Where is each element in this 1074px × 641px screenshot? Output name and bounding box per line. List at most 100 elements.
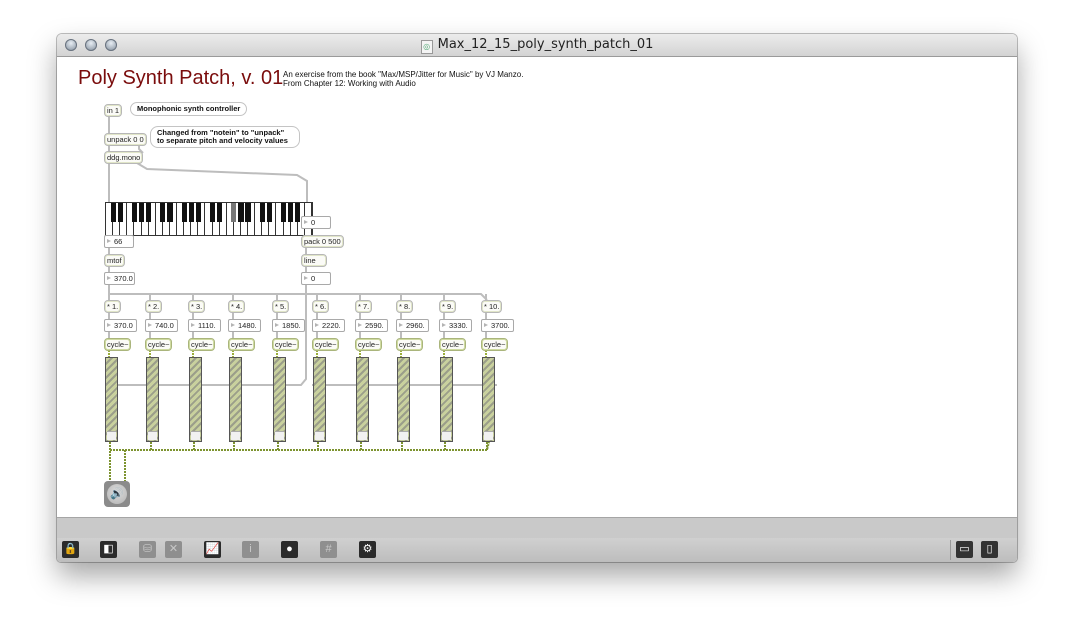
cycle-oscillator[interactable]: cycle~ — [396, 338, 424, 351]
line-object[interactable]: line — [301, 254, 327, 267]
bottom-panel-toggle-button[interactable]: ▭ — [956, 541, 973, 558]
harmonic-frequency-number[interactable]: 2960. — [396, 319, 429, 332]
gain-slider[interactable] — [482, 357, 495, 442]
gain-slider-knob[interactable] — [442, 431, 451, 440]
cycle-oscillator[interactable]: cycle~ — [272, 338, 300, 351]
multiply-object[interactable]: * 9. — [439, 300, 457, 313]
gain-slider[interactable] — [313, 357, 326, 442]
gain-slider[interactable] — [356, 357, 369, 442]
black-key[interactable] — [217, 203, 223, 222]
gain-slider[interactable] — [146, 357, 159, 442]
cycle-oscillator[interactable]: cycle~ — [439, 338, 467, 351]
inspector-button[interactable]: i — [242, 541, 259, 558]
patch-cord[interactable] — [108, 284, 488, 301]
gain-slider[interactable] — [189, 357, 202, 442]
cycle-oscillator[interactable]: cycle~ — [188, 338, 216, 351]
ezdac-button[interactable]: 🔊 — [104, 481, 130, 507]
black-key[interactable] — [117, 203, 123, 222]
gain-slider-knob[interactable] — [231, 431, 240, 440]
ddg-mono-object[interactable]: ddg.mono — [104, 151, 144, 164]
black-key[interactable] — [138, 203, 145, 222]
presentation-mode-button[interactable]: 📈 — [204, 541, 221, 558]
harmonic-frequency-number[interactable]: 2220. — [312, 319, 345, 332]
black-key[interactable] — [259, 203, 265, 222]
gain-slider-knob[interactable] — [399, 431, 408, 440]
gain-slider[interactable] — [105, 357, 118, 442]
grid-button[interactable]: # — [320, 541, 337, 558]
multiply-object[interactable]: * 7. — [355, 300, 373, 313]
unpack-object[interactable]: unpack 0 0 — [104, 133, 147, 146]
gain-slider-knob[interactable] — [315, 431, 324, 440]
paint-bucket-button[interactable]: ⛁ — [139, 541, 156, 558]
gain-slider-knob[interactable] — [484, 431, 493, 440]
harmonic-frequency-number[interactable]: 1850. — [272, 319, 305, 332]
cycle-oscillator[interactable]: cycle~ — [312, 338, 340, 351]
black-key[interactable] — [280, 203, 287, 222]
speaker-icon: 🔊 — [107, 484, 127, 504]
gain-slider[interactable] — [273, 357, 286, 442]
cycle-oscillator[interactable]: cycle~ — [228, 338, 256, 351]
multiply-object[interactable]: * 10. — [481, 300, 503, 313]
black-key[interactable] — [160, 203, 166, 222]
cycle-oscillator[interactable]: cycle~ — [145, 338, 173, 351]
pitch-number[interactable]: 66 — [104, 235, 134, 248]
kslider-keyboard[interactable] — [105, 202, 313, 236]
harmonic-frequency-number[interactable]: 1110. — [188, 319, 221, 332]
black-key[interactable] — [188, 203, 194, 222]
multiply-object[interactable]: * 4. — [228, 300, 246, 313]
harmonic-frequency-number[interactable]: 370.0 — [104, 319, 137, 332]
pack-object[interactable]: pack 0 500 — [301, 235, 344, 248]
delete-button[interactable]: ✕ — [165, 541, 182, 558]
gain-slider[interactable] — [229, 357, 242, 442]
black-key[interactable] — [110, 203, 116, 222]
multiply-object[interactable]: * 8. — [396, 300, 414, 313]
black-key[interactable] — [266, 203, 272, 222]
patch-cords-button[interactable]: ● — [281, 541, 298, 558]
multiply-object[interactable]: * 1. — [104, 300, 122, 313]
patch-cord[interactable] — [110, 441, 490, 451]
right-panel-toggle-button[interactable]: ▯ — [981, 541, 998, 558]
multiply-object[interactable]: * 5. — [272, 300, 290, 313]
cycle-oscillator[interactable]: cycle~ — [104, 338, 132, 351]
gain-slider-knob[interactable] — [275, 431, 284, 440]
cycle-oscillator[interactable]: cycle~ — [355, 338, 383, 351]
gain-slider-knob[interactable] — [191, 431, 200, 440]
harmonic-frequency-number[interactable]: 740.0 — [145, 319, 178, 332]
gain-slider-knob[interactable] — [107, 431, 116, 440]
black-key[interactable] — [131, 203, 137, 222]
black-key[interactable] — [288, 203, 294, 222]
black-key[interactable] — [295, 203, 301, 222]
multiply-object[interactable]: * 2. — [145, 300, 163, 313]
mtof-object[interactable]: mtof — [104, 254, 125, 267]
frequency-number[interactable]: 370.0 — [104, 272, 135, 285]
black-key[interactable] — [209, 203, 216, 222]
black-key[interactable] — [245, 203, 251, 222]
harmonic-frequency-number[interactable]: 3700. — [481, 319, 514, 332]
gain-slider[interactable] — [397, 357, 410, 442]
line-number[interactable]: 0 — [301, 272, 331, 285]
gain-slider-knob[interactable] — [358, 431, 367, 440]
multiply-object[interactable]: * 6. — [312, 300, 330, 313]
black-key[interactable] — [167, 203, 173, 222]
velocity-number[interactable]: 0 — [301, 216, 331, 229]
patcher-canvas[interactable]: Poly Synth Patch, v. 01 An exercise from… — [57, 57, 1017, 517]
black-key[interactable] — [231, 203, 237, 222]
harmonic-frequency-number[interactable]: 2590. — [355, 319, 388, 332]
black-key[interactable] — [238, 203, 244, 222]
patch-cord[interactable] — [136, 162, 308, 202]
harmonic-frequency-number[interactable]: 3330. — [439, 319, 472, 332]
harmonic-frequency-number[interactable]: 1480. — [228, 319, 261, 332]
black-key[interactable] — [195, 203, 201, 222]
audio-dsp-button[interactable]: ⚙ — [359, 541, 376, 558]
gain-slider[interactable] — [440, 357, 453, 442]
cycle-oscillator[interactable]: cycle~ — [481, 338, 509, 351]
lock-button[interactable]: 🔒 — [62, 541, 79, 558]
in-object[interactable]: in 1 — [104, 104, 123, 117]
black-key[interactable] — [146, 203, 152, 222]
presentation-button[interactable]: ◧ — [100, 541, 117, 558]
black-key[interactable] — [181, 203, 187, 222]
patch-cords-icon: ● — [286, 543, 293, 555]
gain-slider-knob[interactable] — [148, 431, 157, 440]
multiply-object[interactable]: * 3. — [188, 300, 206, 313]
presentation-icon: ◧ — [103, 543, 114, 555]
